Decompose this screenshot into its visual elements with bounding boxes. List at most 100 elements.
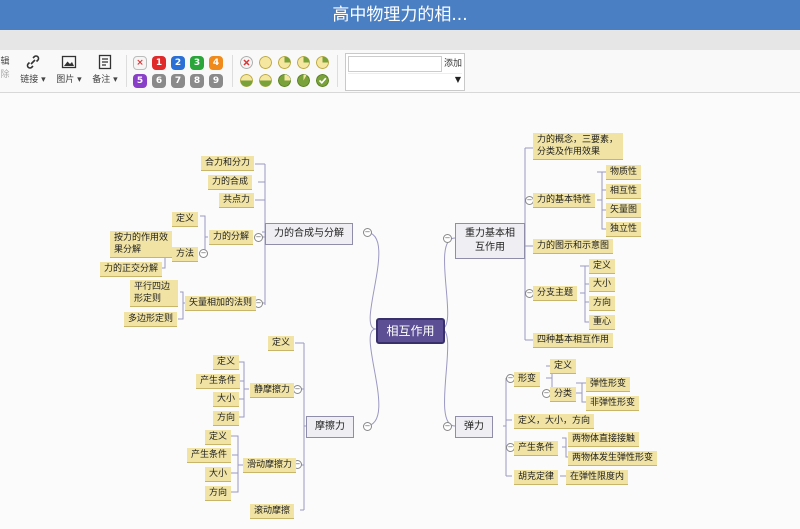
topic-decomposition[interactable]: 力的分解 bbox=[209, 230, 254, 245]
priority-3-icon[interactable]: 3 bbox=[190, 56, 204, 70]
topic-elastic-deform-occurs[interactable]: 两物体发生弹性形变 bbox=[568, 451, 658, 466]
topic-direction[interactable]: 方向 bbox=[205, 486, 232, 501]
topic-conditions[interactable]: 产生条件 bbox=[196, 374, 241, 389]
topic-effect-decomposition[interactable]: 按力的作用效果分解 bbox=[110, 231, 172, 258]
link-label: 链接 bbox=[20, 75, 39, 85]
topic-resultant-components[interactable]: 合力和分力 bbox=[201, 156, 255, 171]
priority-4-icon[interactable]: 4 bbox=[209, 56, 223, 70]
topic-direction[interactable]: 方向 bbox=[213, 411, 240, 426]
progress-0-icon[interactable] bbox=[259, 56, 272, 69]
topic-definition[interactable]: 定义 bbox=[268, 336, 295, 351]
topic-force-diagram[interactable]: 力的图示和示意图 bbox=[533, 239, 614, 254]
priority-8-icon[interactable]: 8 bbox=[190, 74, 204, 88]
progress-1-icon[interactable] bbox=[278, 56, 291, 69]
topic-conditions[interactable]: 产生条件 bbox=[187, 448, 232, 463]
topic-definition[interactable]: 定义 bbox=[205, 430, 232, 445]
topic-conditions[interactable]: 产生条件 bbox=[514, 441, 559, 456]
connector-lines bbox=[160, 147, 606, 511]
mind-map-canvas[interactable]: − − − − − − − − − − − − − − 相互作用 力的合成与分解… bbox=[0, 93, 800, 529]
branch-force-composition[interactable]: 力的合成与分解 bbox=[265, 223, 353, 245]
progress-7-icon[interactable] bbox=[297, 74, 310, 87]
image-label: 图片 bbox=[56, 75, 75, 85]
topic-independence[interactable]: 独立性 bbox=[606, 222, 642, 237]
collapse-icon[interactable]: − bbox=[443, 234, 452, 243]
collapse-icon[interactable]: − bbox=[363, 228, 372, 237]
topic-inelastic-deformation[interactable]: 非弹性形变 bbox=[586, 396, 640, 411]
menu-strip bbox=[0, 30, 800, 50]
link-button[interactable]: 链接 ▾ bbox=[18, 54, 48, 85]
resource-combo: 添加 ▼ bbox=[345, 53, 465, 91]
dropdown-arrow-icon[interactable]: ▼ bbox=[455, 75, 461, 84]
topic-elastic-deformation[interactable]: 弹性形变 bbox=[586, 377, 631, 392]
topic-mutuality[interactable]: 相互性 bbox=[606, 184, 642, 199]
topic-magnitude[interactable]: 大小 bbox=[589, 277, 616, 292]
topic-vector-diagram[interactable]: 矢量图 bbox=[606, 203, 642, 218]
topic-deformation[interactable]: 形变 bbox=[514, 372, 541, 387]
progress-4-icon[interactable] bbox=[240, 74, 253, 87]
priority-2-icon[interactable]: 2 bbox=[171, 56, 185, 70]
progress-5-icon[interactable] bbox=[259, 74, 272, 87]
priority-7-icon[interactable]: 7 bbox=[171, 74, 185, 88]
topic-definition[interactable]: 定义 bbox=[213, 355, 240, 370]
priority-6-icon[interactable]: 6 bbox=[152, 74, 166, 88]
edit-button-partial[interactable]: 辑 除 bbox=[0, 54, 10, 80]
branch-gravity-interaction[interactable]: 重力基本相互作用 bbox=[455, 223, 525, 259]
topic-hookes-law[interactable]: 胡克定律 bbox=[514, 470, 559, 485]
topic-method[interactable]: 方法 bbox=[172, 247, 199, 262]
topic-magnitude[interactable]: 大小 bbox=[213, 392, 240, 407]
topic-definition[interactable]: 定义 bbox=[589, 259, 616, 274]
add-resource-button[interactable]: 添加 bbox=[444, 56, 462, 69]
progress-clear-icon[interactable] bbox=[240, 56, 253, 69]
collapse-icon[interactable]: − bbox=[199, 249, 208, 258]
topic-center-of-gravity[interactable]: 重心 bbox=[589, 315, 616, 330]
link-icon bbox=[26, 55, 40, 69]
topic-materiality[interactable]: 物质性 bbox=[606, 165, 642, 180]
window-title: 高中物理力的相... bbox=[332, 5, 468, 25]
note-icon bbox=[98, 54, 112, 70]
progress-2-icon[interactable] bbox=[297, 56, 310, 69]
topic-rolling-friction[interactable]: 滚动摩擦 bbox=[250, 504, 295, 519]
progress-6-icon[interactable] bbox=[278, 74, 291, 87]
priority-1-icon[interactable]: 1 bbox=[152, 56, 166, 70]
topic-branch[interactable]: 分支主题 bbox=[533, 286, 578, 301]
priority-clear-icon[interactable]: × bbox=[133, 56, 147, 70]
priority-9-icon[interactable]: 9 bbox=[209, 74, 223, 88]
progress-done-icon[interactable] bbox=[316, 74, 329, 87]
topic-elastic-limit[interactable]: 在弹性限度内 bbox=[566, 470, 629, 485]
progress-3-icon[interactable] bbox=[316, 56, 329, 69]
topic-magnitude[interactable]: 大小 bbox=[205, 467, 232, 482]
priority-5-icon[interactable]: 5 bbox=[133, 74, 147, 88]
topic-basic-properties[interactable]: 力的基本特性 bbox=[533, 193, 596, 208]
topic-direction[interactable]: 方向 bbox=[589, 296, 616, 311]
topic-four-interactions[interactable]: 四种基本相互作用 bbox=[533, 333, 614, 348]
topic-definition[interactable]: 定义 bbox=[172, 212, 199, 227]
collapse-icon[interactable]: − bbox=[363, 422, 372, 431]
collapse-icon[interactable]: − bbox=[254, 233, 263, 242]
resource-dropdown[interactable] bbox=[348, 73, 462, 88]
separator bbox=[232, 55, 233, 87]
topic-direct-contact[interactable]: 两物体直接接触 bbox=[568, 432, 640, 447]
topic-sliding-friction[interactable]: 滑动摩擦力 bbox=[243, 458, 297, 473]
branch-friction[interactable]: 摩擦力 bbox=[306, 416, 354, 438]
central-topic[interactable]: 相互作用 bbox=[376, 318, 445, 344]
title-bar: 高中物理力的相... bbox=[0, 0, 800, 30]
collapse-icon[interactable]: − bbox=[293, 385, 302, 394]
separator bbox=[337, 55, 338, 87]
resource-input[interactable] bbox=[348, 56, 442, 72]
topic-definition[interactable]: 定义 bbox=[550, 359, 577, 374]
topic-composition[interactable]: 力的合成 bbox=[208, 175, 253, 190]
topic-def-mag-dir[interactable]: 定义，大小，方向 bbox=[514, 414, 595, 429]
image-button[interactable]: 图片 ▾ bbox=[54, 54, 84, 85]
topic-polygon[interactable]: 多边形定则 bbox=[124, 312, 178, 327]
topic-orthogonal-decomposition[interactable]: 力的正交分解 bbox=[100, 262, 163, 277]
delete-label: 除 bbox=[0, 70, 10, 80]
topic-static-friction[interactable]: 静摩擦力 bbox=[250, 383, 295, 398]
topic-force-concept[interactable]: 力的概念，三要素，分类及作用效果 bbox=[533, 133, 623, 160]
topic-concurrent-forces[interactable]: 共点力 bbox=[219, 193, 255, 208]
topic-vector-addition[interactable]: 矢量相加的法则 bbox=[185, 296, 257, 311]
branch-elastic-force[interactable]: 弹力 bbox=[455, 416, 493, 438]
topic-classification[interactable]: 分类 bbox=[550, 387, 577, 402]
note-button[interactable]: 备注 ▾ bbox=[90, 54, 120, 85]
topic-parallelogram[interactable]: 平行四边形定则 bbox=[130, 280, 178, 307]
collapse-icon[interactable]: − bbox=[443, 422, 452, 431]
